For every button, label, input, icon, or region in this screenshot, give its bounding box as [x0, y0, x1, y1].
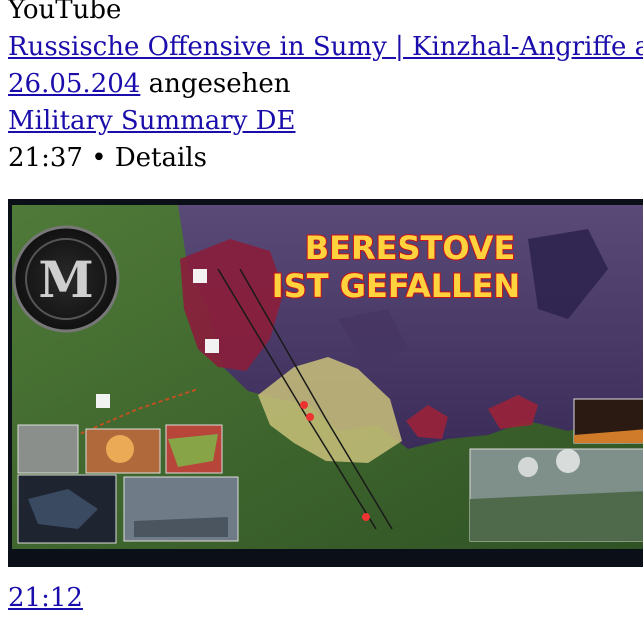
thumbnail-headline-1: BERESTOVE [305, 229, 516, 267]
logo-icon: M [38, 250, 93, 309]
source-label: YouTube [8, 0, 122, 25]
history-entry: YouTube Russische Offensive in Sumy | Ki… [0, 0, 643, 177]
video-title-link[interactable]: Russische Offensive in Sumy | Kinzhal-An… [8, 32, 643, 62]
separator: • [82, 143, 115, 173]
channel-link[interactable]: Military Summary DE [8, 106, 295, 136]
channel-row: Military Summary DE [8, 103, 643, 140]
watched-date-row: 26.05.204 angesehen [8, 66, 643, 103]
video-title-row: Russische Offensive in Sumy | Kinzhal-An… [8, 29, 643, 66]
next-entry-row: 21:12 [8, 580, 83, 617]
meta-row: 21:37 • Details [8, 140, 643, 177]
video-thumbnail[interactable]: M BERESTOVE IST GEFALLEN [8, 199, 643, 567]
next-duration-link[interactable]: 21:12 [8, 583, 83, 613]
watched-date-link[interactable]: 26.05.204 [8, 69, 140, 99]
thumbnail-headline-2: IST GEFALLEN [272, 267, 520, 305]
watched-suffix: angesehen [140, 69, 291, 99]
details-label: Details [114, 143, 207, 173]
duration: 21:37 [8, 143, 83, 173]
